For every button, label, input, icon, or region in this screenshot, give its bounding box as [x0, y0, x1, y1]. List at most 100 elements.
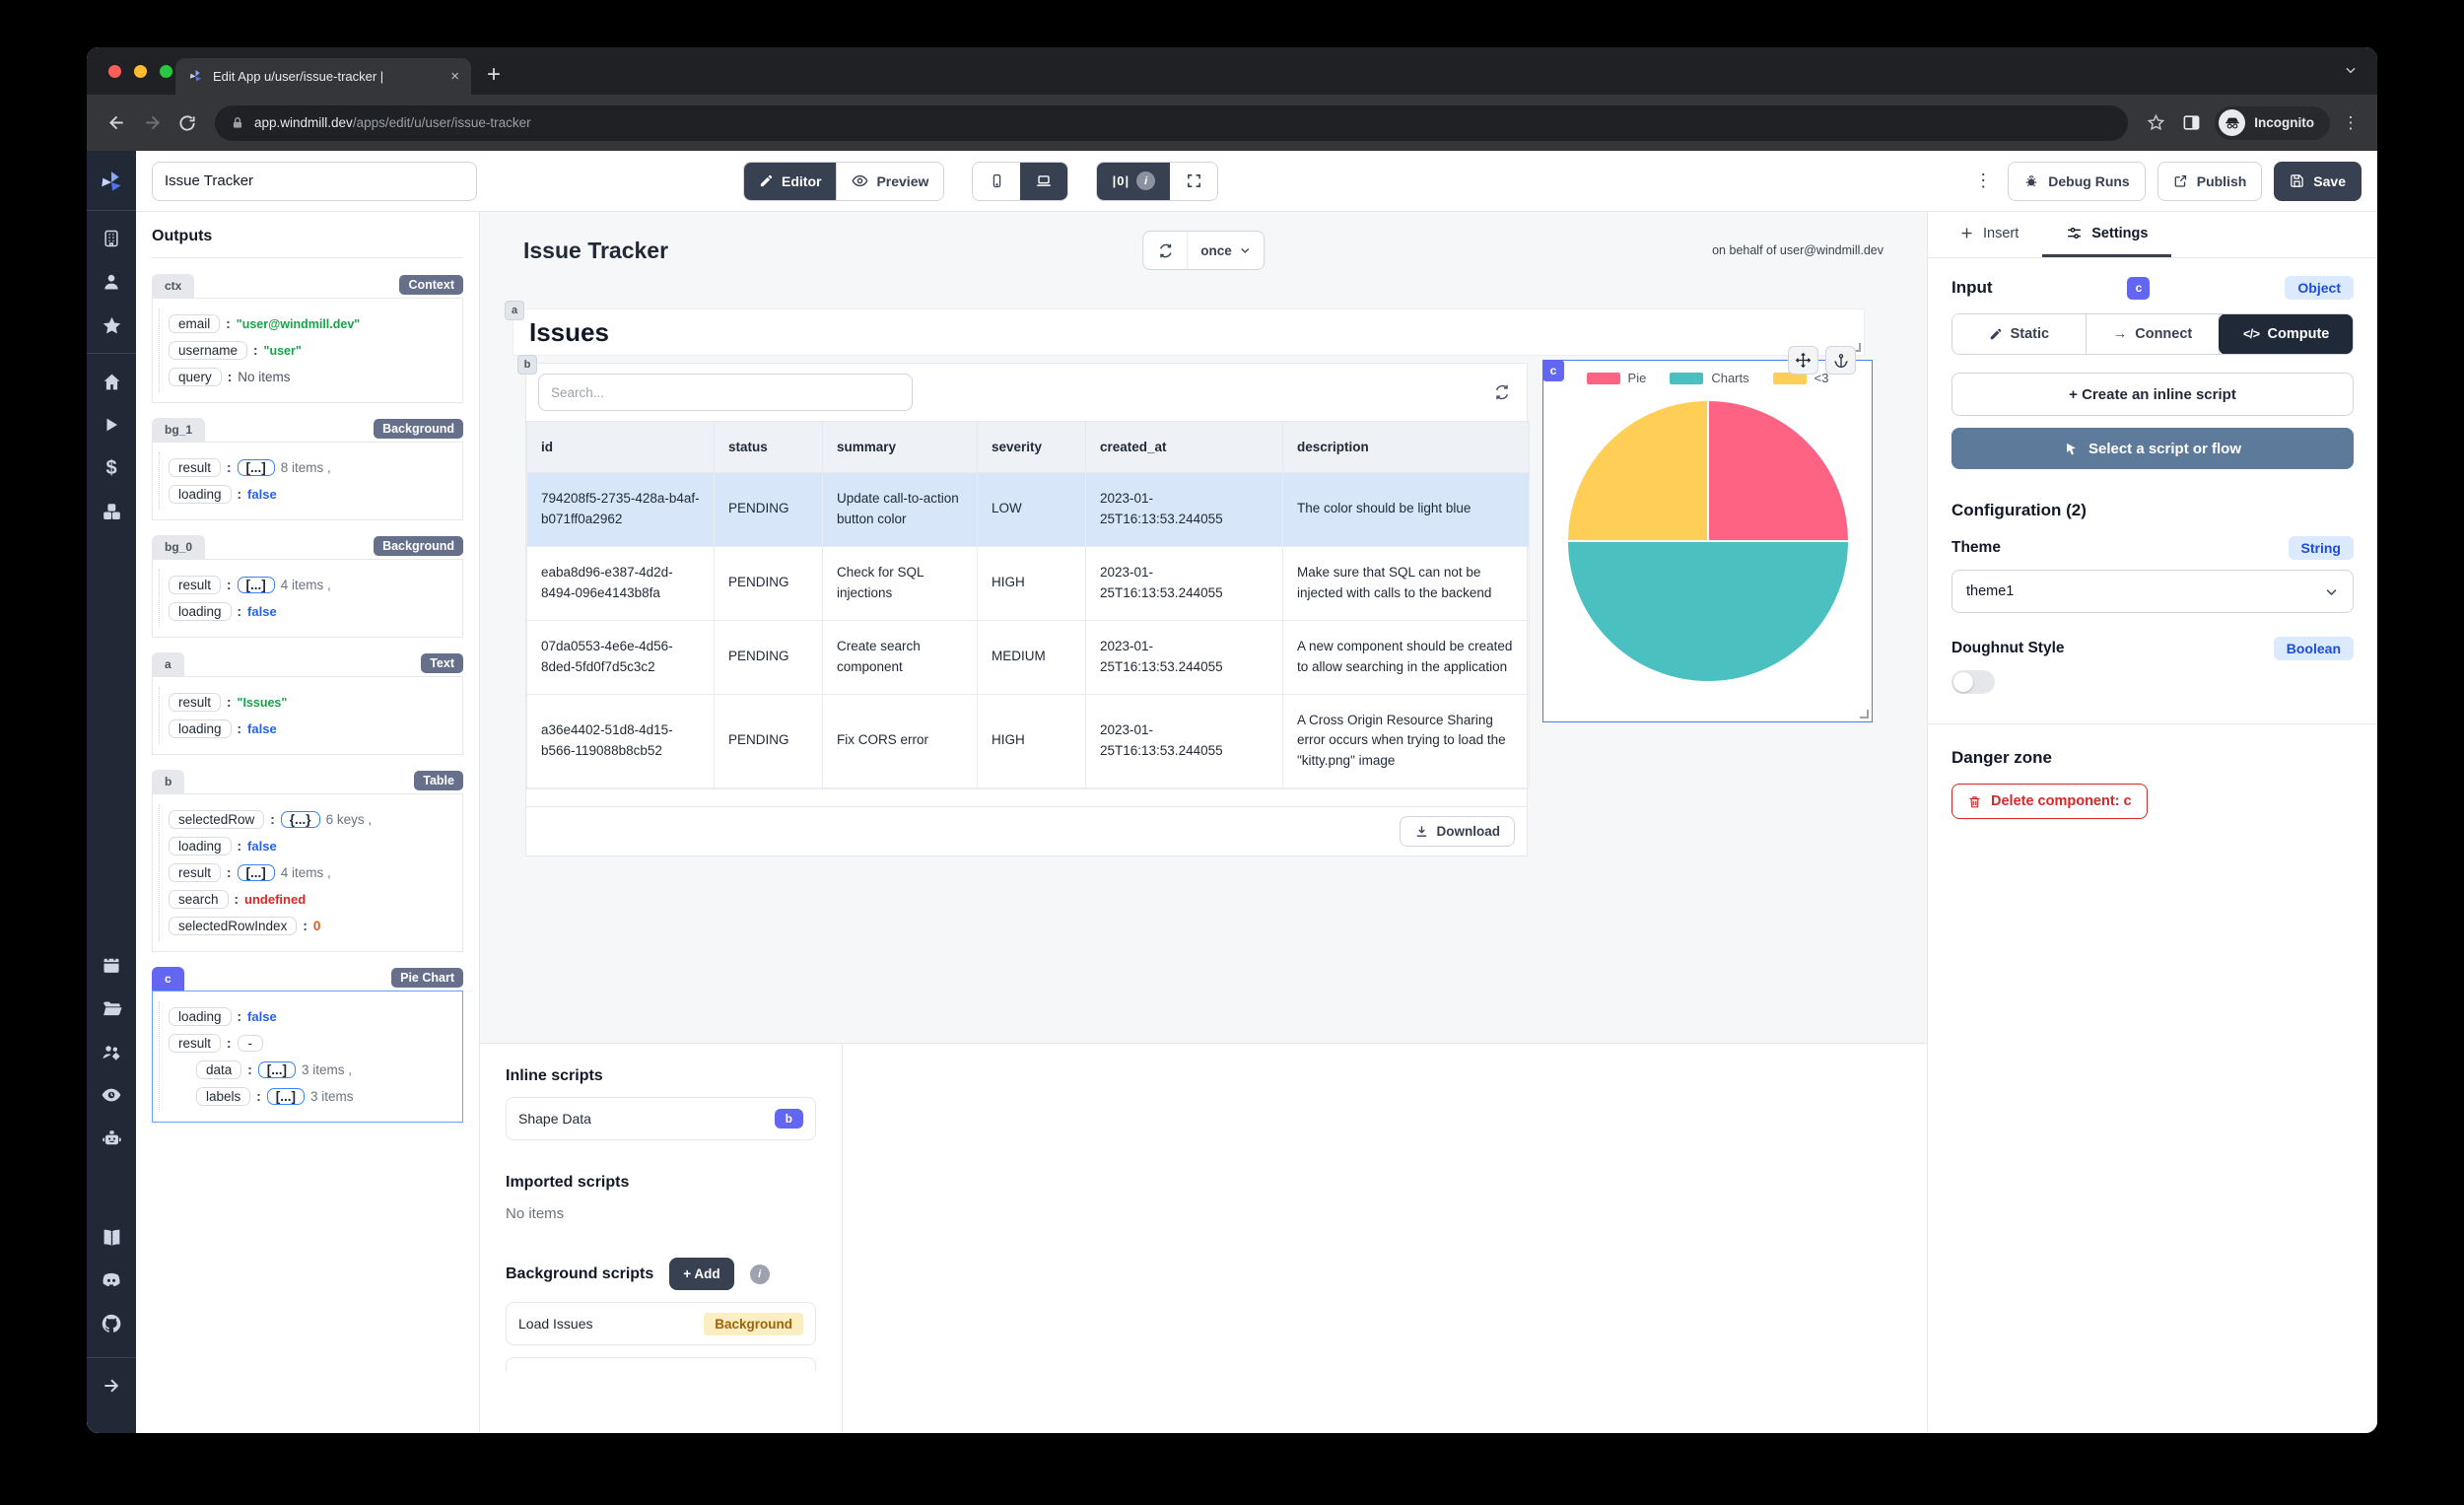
close-window-button[interactable] [108, 65, 121, 78]
workers-group-icon[interactable] [87, 1030, 136, 1073]
side-panel-icon[interactable] [2173, 113, 2209, 132]
ai-robot-icon[interactable] [87, 1117, 136, 1160]
tab-search-chevron-icon[interactable] [2344, 63, 2358, 77]
component-b-table[interactable]: b id status [525, 363, 1528, 856]
static-mode-button[interactable]: Static [1952, 314, 2087, 354]
new-tab-button[interactable]: + [487, 63, 501, 87]
table-refresh-icon[interactable] [1489, 379, 1515, 405]
collapse-pill[interactable]: - [238, 1035, 264, 1052]
expand-sidebar-arrow-icon[interactable] [87, 1364, 136, 1407]
hide-outputs-button[interactable]: |0| i [1097, 163, 1170, 200]
component-tag-c[interactable]: c [1542, 360, 1564, 381]
toolbar-menu-icon[interactable]: ⋮ [1968, 171, 1998, 191]
billing-dollar-icon[interactable]: $ [87, 446, 136, 490]
legend-item[interactable]: Charts [1670, 371, 1748, 385]
table-row[interactable]: a36e4402-51d8-4d15-b566-119088b8cb52 PEN… [527, 694, 1530, 788]
windmill-logo[interactable] [87, 161, 136, 204]
desktop-view-button[interactable] [1020, 163, 1067, 200]
table-row[interactable]: 07da0553-4e6e-4d56-8ded-5fd0f7d5c3c2 PEN… [527, 620, 1530, 694]
column-header[interactable]: summary [823, 422, 978, 473]
theme-select[interactable]: theme1 [1951, 570, 2354, 613]
tab-close-icon[interactable]: × [450, 68, 459, 85]
inline-script-shape-data[interactable]: Shape Data b [506, 1097, 816, 1140]
column-header[interactable]: id [527, 422, 715, 473]
schedules-calendar-icon[interactable] [87, 943, 136, 987]
reload-button[interactable] [170, 113, 205, 133]
publish-button[interactable]: Publish [2157, 162, 2263, 201]
delete-component-button[interactable]: Delete component: c [1951, 784, 2148, 819]
workspace-icon[interactable] [87, 217, 136, 260]
move-component-button[interactable] [1788, 346, 1818, 375]
create-inline-script-button[interactable]: + Create an inline script [1951, 373, 2354, 416]
resize-handle[interactable] [1860, 710, 1869, 718]
address-bar[interactable]: app.windmill.dev/apps/edit/u/user/issue-… [215, 105, 2128, 141]
output-tab[interactable]: bg_0 [152, 535, 205, 559]
add-background-script-button[interactable]: + Add [669, 1258, 733, 1290]
legend-item[interactable]: Pie [1587, 371, 1647, 385]
component-c-pie-chart[interactable]: c Pie [1542, 360, 1873, 722]
doughnut-style-toggle[interactable] [1951, 670, 1995, 694]
favorites-star-icon[interactable] [87, 304, 136, 347]
info-icon[interactable]: i [750, 1265, 770, 1284]
minimize-window-button[interactable] [134, 65, 147, 78]
table-row-selected[interactable]: 794208f5-2735-428a-b4af-b071ff0a2962 PEN… [527, 473, 1530, 547]
runs-play-icon[interactable] [87, 403, 136, 446]
back-button[interactable] [99, 112, 134, 133]
tab-insert[interactable]: Insert [1936, 212, 2042, 257]
bookmark-star-icon[interactable] [2138, 113, 2173, 132]
expand-array-pill[interactable]: [...] [267, 1088, 305, 1105]
pie-slice-charts[interactable] [1567, 541, 1849, 682]
output-tab-selected[interactable]: c [152, 967, 184, 991]
output-tab[interactable]: ctx [152, 274, 194, 298]
select-script-or-flow-button[interactable]: Select a script or flow [1951, 428, 2354, 469]
schedule-dropdown[interactable]: once [1187, 232, 1264, 269]
table-row[interactable]: eaba8d96-e387-4d2d-8494-096e4143b8fa PEN… [527, 546, 1530, 620]
component-a-text[interactable]: a Issues [513, 308, 1865, 356]
column-header[interactable]: description [1283, 422, 1530, 473]
expand-array-pill[interactable]: [...] [258, 1061, 296, 1078]
audit-eye-icon[interactable] [87, 1073, 136, 1117]
output-tab[interactable]: b [152, 770, 184, 793]
expand-array-pill[interactable]: [...] [238, 864, 275, 881]
github-icon[interactable] [87, 1302, 136, 1345]
app-name-input[interactable] [152, 162, 477, 201]
connect-mode-button[interactable]: → Connect [2087, 314, 2221, 354]
mobile-view-button[interactable] [973, 163, 1020, 200]
maximize-window-button[interactable] [160, 65, 172, 78]
refresh-button[interactable] [1143, 232, 1187, 269]
compute-mode-button[interactable]: </> Compute [2220, 314, 2353, 354]
save-button[interactable]: Save [2274, 162, 2361, 201]
background-script-load-issues[interactable]: Load Issues Background [506, 1302, 816, 1345]
expand-object-pill[interactable]: {...} [281, 811, 320, 828]
user-icon[interactable] [87, 260, 136, 304]
docs-book-icon[interactable] [87, 1215, 136, 1259]
output-tab[interactable]: a [152, 652, 184, 676]
app-canvas[interactable]: a Issues b [480, 289, 1927, 1043]
output-tab[interactable]: bg_1 [152, 418, 205, 442]
background-script-partial[interactable] [506, 1357, 816, 1371]
expand-array-pill[interactable]: [...] [238, 577, 275, 593]
browser-tab[interactable]: Edit App u/user/issue-tracker | × [175, 58, 471, 95]
editor-button[interactable]: Editor [744, 163, 836, 200]
browser-menu-icon[interactable]: ⋮ [2336, 113, 2365, 133]
discord-icon[interactable] [87, 1259, 136, 1302]
pie-slice-heart[interactable] [1567, 400, 1708, 541]
download-button[interactable]: Download [1400, 816, 1516, 847]
component-tag-b[interactable]: b [517, 355, 537, 375]
anchor-component-button[interactable] [1825, 346, 1856, 375]
preview-button[interactable]: Preview [836, 163, 943, 200]
debug-runs-button[interactable]: Debug Runs [2008, 162, 2145, 201]
table-search-input[interactable] [538, 374, 913, 411]
tab-settings[interactable]: Settings [2042, 212, 2171, 257]
resources-cubes-icon[interactable] [87, 490, 136, 533]
pie-slice-pie[interactable] [1708, 400, 1849, 541]
folders-icon[interactable] [87, 987, 136, 1030]
column-header[interactable]: status [715, 422, 823, 473]
column-header[interactable]: created_at [1086, 422, 1283, 473]
component-tag-a[interactable]: a [505, 301, 524, 320]
expand-array-pill[interactable]: [...] [238, 459, 275, 476]
home-icon[interactable] [87, 360, 136, 403]
column-header[interactable]: severity [978, 422, 1086, 473]
fullscreen-button[interactable] [1170, 163, 1217, 200]
forward-button[interactable] [134, 112, 170, 133]
